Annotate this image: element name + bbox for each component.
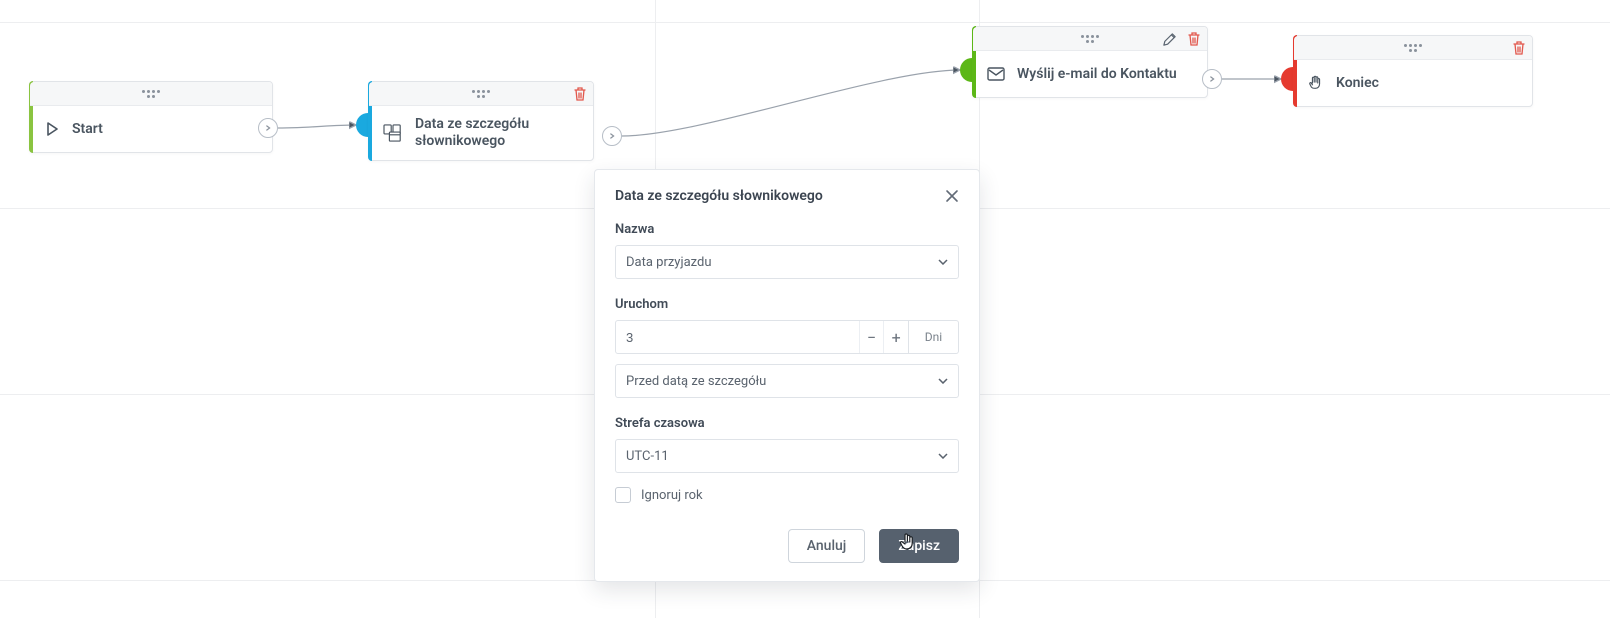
node-start-label: Start bbox=[72, 121, 103, 138]
decrement-button[interactable]: − bbox=[859, 321, 884, 353]
node-start[interactable]: Start bbox=[29, 81, 273, 153]
drag-handle-icon[interactable] bbox=[472, 89, 490, 99]
name-label: Nazwa bbox=[615, 222, 959, 237]
node-end[interactable]: Koniec bbox=[1293, 35, 1533, 107]
run-label: Uruchom bbox=[615, 297, 959, 312]
node-email-label: Wyślij e-mail do Kontaktu bbox=[1017, 66, 1177, 83]
node-email[interactable]: Wyślij e-mail do Kontaktu bbox=[972, 26, 1208, 98]
node-start-out-port[interactable] bbox=[258, 118, 278, 138]
cancel-button[interactable]: Anuluj bbox=[788, 529, 866, 563]
run-stepper: − + bbox=[615, 320, 909, 354]
node-email-out-port[interactable] bbox=[1202, 69, 1222, 89]
name-select[interactable]: Data przyjazdu bbox=[615, 245, 959, 279]
run-unit: Dni bbox=[909, 320, 959, 354]
drag-handle-icon[interactable] bbox=[142, 89, 160, 99]
hand-stop-icon bbox=[1308, 75, 1324, 91]
relation-select[interactable]: Przed datą ze szczegółu bbox=[615, 364, 959, 398]
trash-icon[interactable] bbox=[1512, 40, 1526, 56]
node-date-in-port[interactable] bbox=[356, 113, 368, 137]
flow-canvas[interactable]: Start Data ze szczegółu słownikowego Wyś… bbox=[0, 0, 1610, 618]
node-end-in-port[interactable] bbox=[1281, 67, 1293, 91]
timezone-label: Strefa czasowa bbox=[615, 416, 959, 431]
name-select-value: Data przyjazdu bbox=[626, 255, 938, 270]
save-button[interactable]: Zapisz bbox=[879, 529, 959, 563]
close-icon[interactable] bbox=[945, 189, 959, 203]
node-email-in-port[interactable] bbox=[960, 58, 972, 82]
drag-handle-icon[interactable] bbox=[1404, 43, 1422, 53]
chevron-down-icon bbox=[938, 259, 948, 265]
chevron-down-icon bbox=[938, 378, 948, 384]
checkbox-box bbox=[615, 487, 631, 503]
ignore-year-label: Ignoruj rok bbox=[641, 488, 703, 503]
node-settings-popover: Data ze szczegółu słownikowego Nazwa Dat… bbox=[594, 169, 980, 582]
popover-title: Data ze szczegółu słownikowego bbox=[615, 188, 823, 204]
node-date-label: Data ze szczegółu słownikowego bbox=[415, 116, 575, 150]
node-date[interactable]: Data ze szczegółu słownikowego bbox=[368, 81, 594, 161]
drag-handle-icon[interactable] bbox=[1081, 34, 1099, 44]
trash-icon[interactable] bbox=[573, 86, 587, 102]
ignore-year-checkbox[interactable]: Ignoruj rok bbox=[615, 487, 959, 503]
play-icon bbox=[44, 121, 60, 137]
timezone-select-value: UTC-11 bbox=[626, 449, 938, 464]
node-date-out-port[interactable] bbox=[602, 126, 622, 146]
increment-button[interactable]: + bbox=[883, 321, 908, 353]
mail-icon bbox=[987, 67, 1005, 81]
dictionary-date-icon bbox=[383, 124, 403, 142]
chevron-down-icon bbox=[938, 453, 948, 459]
run-input[interactable] bbox=[616, 321, 859, 353]
node-end-label: Koniec bbox=[1336, 75, 1379, 92]
relation-select-value: Przed datą ze szczegółu bbox=[626, 374, 938, 389]
pencil-icon[interactable] bbox=[1162, 32, 1177, 47]
trash-icon[interactable] bbox=[1187, 31, 1201, 47]
timezone-select[interactable]: UTC-11 bbox=[615, 439, 959, 473]
